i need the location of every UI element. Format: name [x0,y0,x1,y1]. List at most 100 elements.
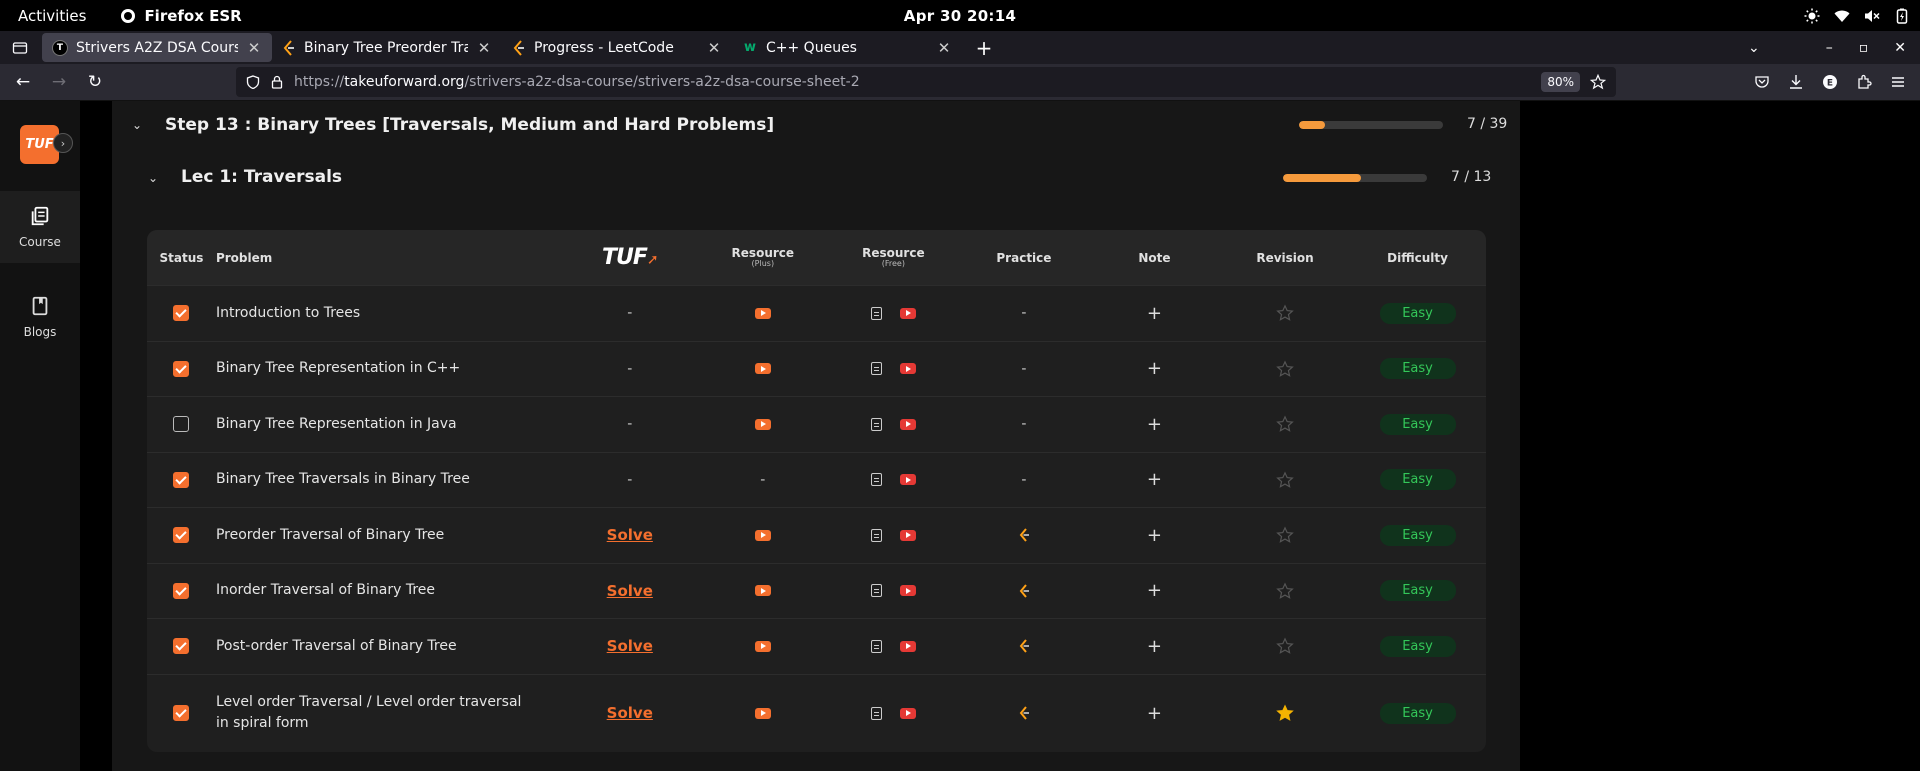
forward-button[interactable]: → [44,67,74,97]
url-bar[interactable]: https://takeuforward.org/strivers-a2z-ds… [236,67,1616,97]
pocket-icon[interactable] [1754,74,1770,90]
youtube-icon[interactable] [899,585,916,597]
close-icon[interactable]: ✕ [476,39,492,57]
revision-cell [1221,526,1349,544]
reload-button[interactable]: ↻ [80,67,110,97]
solve-link[interactable]: Solve [607,637,653,655]
star-filled-icon[interactable] [1276,704,1294,722]
sidebar-item-course[interactable]: Course [0,191,80,263]
app-menu[interactable]: Firefox ESR [120,7,242,25]
plus-video-icon[interactable] [754,585,771,597]
article-icon[interactable] [870,639,882,653]
system-tray[interactable] [1804,8,1910,24]
status-checkbox[interactable] [173,360,190,377]
window-controls: ⌄ – ▫ ✕ [1748,40,1920,56]
article-icon[interactable] [870,528,882,542]
star-outline-icon[interactable] [1276,471,1294,489]
sidebar-item-blogs[interactable]: Blogs [0,281,80,353]
youtube-icon[interactable] [899,640,916,652]
leetcode-favicon [513,39,524,56]
article-icon[interactable] [870,706,882,720]
status-checkbox[interactable] [173,705,190,721]
youtube-icon[interactable] [899,529,916,541]
table-row: Binary Tree Representation in Java - - +… [147,396,1486,452]
plus-video-icon[interactable] [754,640,771,652]
menu-icon[interactable] [1890,74,1906,90]
star-outline-icon[interactable] [1276,637,1294,655]
maximize-icon[interactable]: ▫ [1859,40,1869,56]
add-note-button[interactable]: + [1147,525,1162,546]
minimize-icon[interactable]: – [1826,40,1833,56]
clock[interactable]: Apr 30 20:14 [904,7,1016,25]
chevron-down-icon[interactable]: ⌄ [132,118,142,132]
tab-cpp-queues[interactable]: w C++ Queues ✕ [732,33,962,62]
solve-link[interactable]: Solve [607,704,653,722]
close-window-icon[interactable]: ✕ [1894,40,1906,56]
plus-video-icon[interactable] [754,707,771,719]
shield-icon[interactable] [246,75,260,89]
account-icon[interactable]: E [1822,74,1838,90]
youtube-icon[interactable] [899,474,916,486]
close-icon[interactable]: ✕ [706,39,722,57]
article-icon[interactable] [870,417,882,431]
downloads-icon[interactable] [1788,74,1804,90]
star-outline-icon[interactable] [1276,582,1294,600]
activities-button[interactable]: Activities [0,7,104,25]
problem-cell: Introduction to Trees [216,303,561,324]
chevron-down-icon[interactable]: ⌄ [148,171,158,185]
plus-video-icon[interactable] [754,418,771,430]
add-note-button[interactable]: + [1147,303,1162,324]
add-note-button[interactable]: + [1147,636,1162,657]
status-checkbox[interactable] [173,638,190,655]
article-icon[interactable] [870,306,882,320]
add-note-button[interactable]: + [1147,358,1162,379]
solve-link[interactable]: Solve [607,582,653,600]
youtube-icon[interactable] [899,307,916,319]
leetcode-icon[interactable] [1017,638,1031,654]
close-icon[interactable]: ✕ [936,39,952,57]
star-outline-icon[interactable] [1276,360,1294,378]
status-checkbox[interactable] [173,416,190,433]
sidebar-expand-button[interactable]: › [53,133,73,153]
status-checkbox[interactable] [173,527,190,544]
status-checkbox[interactable] [173,582,190,599]
youtube-icon[interactable] [899,418,916,430]
list-all-tabs-icon[interactable]: ⌄ [1748,40,1760,56]
close-icon[interactable]: ✕ [246,39,262,57]
step-header[interactable]: ⌄ Step 13 : Binary Trees [Traversals, Me… [112,101,1520,149]
add-note-button[interactable]: + [1147,414,1162,435]
tab-progress-leetcode[interactable]: Progress - LeetCode ✕ [502,33,732,62]
lecture-header[interactable]: ⌄ Lec 1: Traversals 7 / 13 [112,149,1520,215]
zoom-level[interactable]: 80% [1541,72,1580,92]
lock-icon[interactable] [270,75,284,89]
status-checkbox[interactable] [173,471,190,488]
tab-binary-tree-preorder[interactable]: Binary Tree Preorder Trav ✕ [272,33,502,62]
plus-video-icon[interactable] [754,363,771,375]
article-icon[interactable] [870,584,882,598]
article-icon[interactable] [870,473,882,487]
add-note-button[interactable]: + [1147,703,1162,724]
youtube-icon[interactable] [899,363,916,375]
leetcode-icon[interactable] [1017,705,1031,721]
article-icon[interactable] [870,362,882,376]
firefox-view-button[interactable] [8,36,32,60]
new-tab-button[interactable]: + [970,34,998,62]
star-outline-icon[interactable] [1276,526,1294,544]
tab-strivers[interactable]: T Strivers A2Z DSA Course/ ✕ [42,33,272,62]
back-button[interactable]: ← [8,67,38,97]
plus-video-icon[interactable] [754,307,771,319]
plus-video-icon[interactable] [754,529,771,541]
solve-link[interactable]: Solve [607,526,653,544]
header-tuf: TUF➚ [561,245,699,270]
leetcode-icon[interactable] [1017,583,1031,599]
leetcode-icon[interactable] [1017,527,1031,543]
add-note-button[interactable]: + [1147,469,1162,490]
extensions-icon[interactable] [1856,74,1872,90]
star-outline-icon[interactable] [1276,304,1294,322]
status-cell [147,527,216,544]
status-checkbox[interactable] [173,305,190,322]
bookmark-star-icon[interactable] [1590,74,1606,90]
star-outline-icon[interactable] [1276,415,1294,433]
youtube-icon[interactable] [899,707,916,719]
add-note-button[interactable]: + [1147,580,1162,601]
